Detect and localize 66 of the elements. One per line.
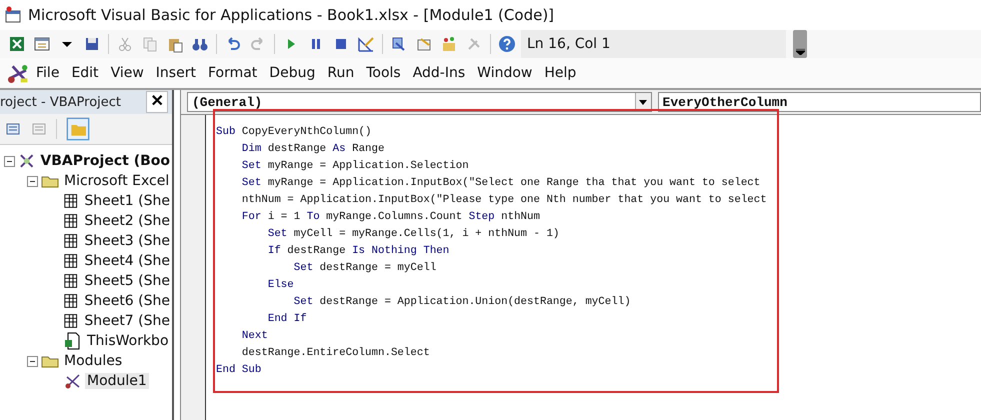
- menu-item[interactable]: Add-Ins: [406, 65, 472, 81]
- menu-item[interactable]: Debug: [263, 65, 322, 81]
- menu-item[interactable]: Run: [321, 65, 360, 81]
- sheet-icon: [62, 212, 80, 230]
- tree-item[interactable]: Sheet7 (She: [82, 313, 172, 329]
- code-line: End If: [266, 312, 308, 327]
- code-line: End Sub: [216, 363, 262, 378]
- menu-item[interactable]: File: [30, 65, 66, 81]
- vba-window-icon: [4, 6, 22, 24]
- code-line: Else: [266, 278, 295, 293]
- form-icon[interactable]: [33, 35, 51, 53]
- menu-item[interactable]: Edit: [65, 65, 105, 81]
- menu-item[interactable]: View: [104, 65, 150, 81]
- save-icon[interactable]: [83, 35, 101, 53]
- sheet-icon: [62, 192, 80, 210]
- procedure-dropdown[interactable]: EveryOtherColumn: [658, 92, 981, 112]
- cursor-position-field: Ln 16, Col 1: [521, 30, 786, 58]
- code-line: Set myCell = myRange.Cells(1, i + nthNum - 1): [266, 227, 560, 242]
- collapse-toggle[interactable]: [27, 356, 38, 366]
- caret-icon: [796, 49, 804, 55]
- menu-item[interactable]: Insert: [150, 65, 202, 81]
- code-line: Set myRange = Application.InputBox("Select one Range tha that you want to select: [240, 176, 762, 191]
- sheet-icon: [62, 312, 80, 330]
- tree-item[interactable]: Sheet5 (She: [82, 273, 172, 289]
- code-line: If destRange Is Nothing Then: [266, 244, 450, 259]
- code-line: Next: [240, 329, 269, 344]
- code-line: Dim destRange As Range: [240, 142, 386, 157]
- close-button[interactable]: ✕: [146, 91, 168, 113]
- code-line: Sub CopyEveryNthColumn(): [216, 125, 373, 140]
- code-line: nthNum = Application.InputBox("Please type one Nth number that you want to select: [240, 193, 767, 208]
- collapse-toggle[interactable]: [4, 156, 15, 166]
- tree-item[interactable]: Modules: [62, 353, 124, 369]
- tree-item[interactable]: Module1: [85, 373, 149, 389]
- tree-item[interactable]: Microsoft Excel: [62, 173, 172, 189]
- menu-item[interactable]: Window: [471, 65, 538, 81]
- tree-item[interactable]: Sheet1 (She: [82, 193, 172, 209]
- tree-item[interactable]: VBAProject (Boo: [38, 153, 172, 169]
- tree-item[interactable]: ThisWorkbo: [85, 333, 171, 349]
- sheet-icon: [62, 292, 80, 310]
- toggle-folders-icon[interactable]: [65, 117, 91, 141]
- menu-item[interactable]: Tools: [360, 65, 407, 81]
- sheet-icon: [62, 252, 80, 270]
- tree-item[interactable]: Sheet2 (She: [82, 213, 172, 229]
- sheet-icon: [62, 272, 80, 290]
- project-icon: [18, 152, 36, 170]
- collapse-toggle[interactable]: [27, 176, 38, 186]
- object-dropdown[interactable]: (General): [187, 92, 652, 112]
- excel-icon[interactable]: [8, 35, 26, 53]
- toolbox-icon[interactable]: [440, 35, 458, 53]
- tree-item[interactable]: Sheet4 (She: [82, 253, 172, 269]
- help-icon[interactable]: [498, 35, 516, 53]
- code-line: Set myRange = Application.Selection: [240, 159, 470, 174]
- tree-item[interactable]: Sheet3 (She: [82, 233, 172, 249]
- code-line: Set destRange = Application.Union(destRange, myCell): [292, 295, 632, 310]
- code-line: For i = 1 To myRange.Columns.Count Step nthNum: [240, 210, 541, 225]
- menu-item[interactable]: Help: [538, 65, 582, 81]
- code-line: Set destRange = myCell: [292, 261, 438, 276]
- design-mode-icon[interactable]: [357, 35, 375, 53]
- module-icon: [64, 372, 82, 390]
- workbook-icon: [64, 332, 82, 350]
- menu-item[interactable]: Format: [202, 65, 264, 81]
- panel-title: roject - VBAProject: [0, 94, 122, 110]
- sheet-icon: [62, 232, 80, 250]
- window-title: Microsoft Visual Basic for Applications - Book1.xlsx - [Module1 (Code)]: [28, 6, 554, 24]
- code-line: destRange.EntireColumn.Select: [240, 346, 431, 361]
- tree-item[interactable]: Sheet6 (She: [82, 293, 172, 309]
